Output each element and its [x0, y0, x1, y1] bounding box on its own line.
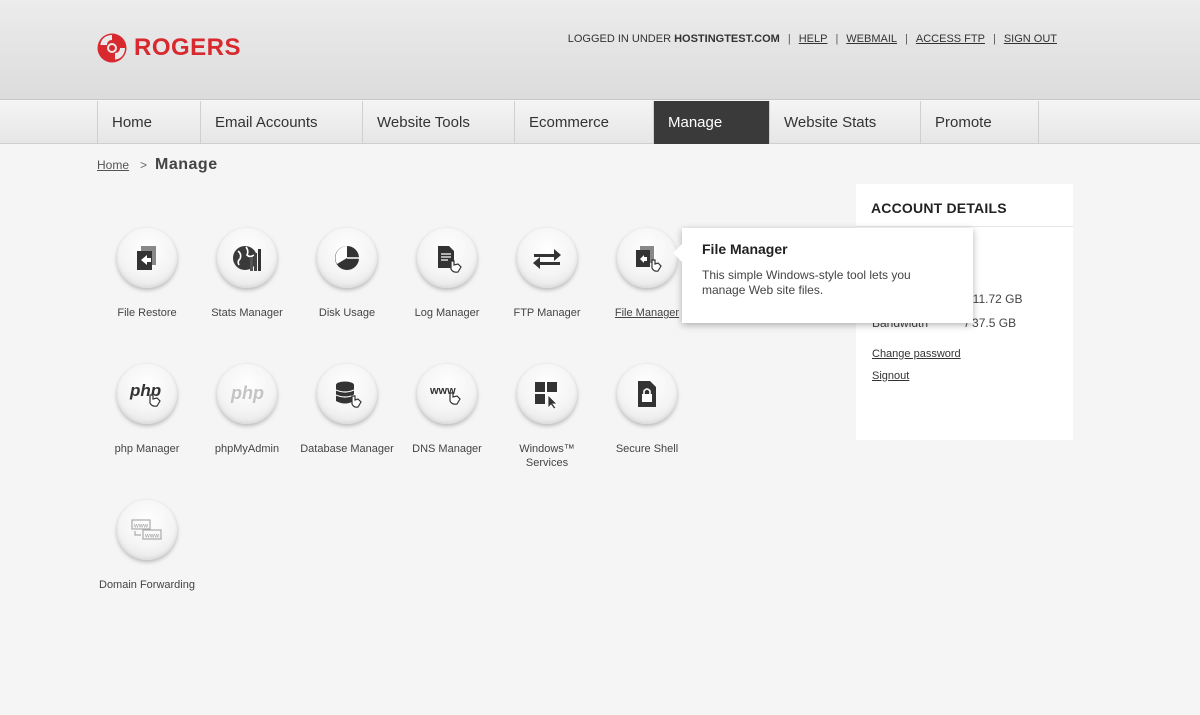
tool-domain-forwarding[interactable]: www www Domain Forwarding: [87, 500, 207, 592]
breadcrumb-separator: >: [140, 158, 148, 172]
file-manager-tooltip: File Manager This simple Windows-style t…: [673, 228, 973, 323]
nav-website-tools[interactable]: Website Tools: [363, 101, 515, 144]
help-link[interactable]: HELP: [799, 33, 828, 45]
stats-globe-icon: [217, 228, 277, 288]
separator: |: [992, 33, 996, 45]
file-manager-icon: [617, 228, 677, 288]
separator: |: [835, 33, 839, 45]
breadcrumb-home-link[interactable]: Home: [97, 158, 129, 172]
change-password-link[interactable]: Change password: [872, 348, 961, 360]
panel-title: ACCOUNT DETAILS: [871, 200, 1007, 216]
log-document-icon: [417, 228, 477, 288]
brand-name: ROGERS: [134, 34, 242, 61]
tool-label: Secure Shell: [615, 443, 679, 455]
tool-label: Domain Forwarding: [99, 579, 195, 591]
webmail-link[interactable]: WEBMAIL: [846, 33, 897, 45]
tool-label: Windows™ Services: [519, 443, 575, 469]
php-faded-icon: php: [217, 364, 277, 424]
separator: |: [787, 33, 791, 45]
login-domain: HOSTINGTEST.COM: [674, 33, 780, 45]
divider: [856, 226, 1073, 227]
svg-text:php: php: [230, 383, 264, 403]
nav-promote[interactable]: Promote: [921, 101, 1039, 144]
nav-manage[interactable]: Manage: [654, 101, 770, 144]
svg-text:www: www: [133, 523, 148, 530]
main-nav: Home Email Accounts Website Tools Ecomme…: [0, 101, 1200, 144]
file-restore-icon: [117, 228, 177, 288]
lock-file-icon: [617, 364, 677, 424]
account-row-disk: / 11.72 GB: [966, 292, 1023, 306]
php-icon: php: [117, 364, 177, 424]
header: ROGERS LOGGED IN UNDER HOSTINGTEST.COM |…: [0, 0, 1200, 100]
nav-email-accounts[interactable]: Email Accounts: [201, 101, 363, 144]
breadcrumb: Home > Manage: [97, 156, 218, 174]
rogers-logo[interactable]: ROGERS: [96, 31, 241, 65]
tooltip-body: This simple Windows-style tool lets you …: [702, 268, 911, 297]
rogers-logo-icon: [97, 33, 127, 63]
tooltip-title: File Manager: [702, 241, 788, 257]
database-icon: [317, 364, 377, 424]
login-status: LOGGED IN UNDER HOSTINGTEST.COM: [568, 33, 780, 45]
domain-forwarding-icon: www www: [117, 500, 177, 560]
separator: |: [905, 33, 908, 45]
page-title: Manage: [155, 156, 218, 173]
svg-text:php: php: [129, 381, 161, 400]
access-ftp-link[interactable]: ACCESS FTP: [916, 33, 985, 45]
signout-link[interactable]: Signout: [872, 370, 909, 382]
top-links: LOGGED IN UNDER HOSTINGTEST.COM | HELP |…: [568, 33, 1057, 45]
www-icon: www: [417, 364, 477, 424]
sign-out-link[interactable]: SIGN OUT: [1004, 33, 1057, 45]
nav-website-stats[interactable]: Website Stats: [770, 101, 921, 144]
nav-ecommerce[interactable]: Ecommerce: [515, 101, 654, 144]
windows-services-icon: [517, 364, 577, 424]
svg-text:www: www: [144, 533, 159, 540]
pie-chart-icon: [317, 228, 377, 288]
tool-secure-shell[interactable]: Secure Shell: [587, 364, 707, 456]
transfer-arrows-icon: [517, 228, 577, 288]
nav-home[interactable]: Home: [98, 101, 201, 144]
login-status-prefix: LOGGED IN UNDER: [567, 33, 675, 45]
